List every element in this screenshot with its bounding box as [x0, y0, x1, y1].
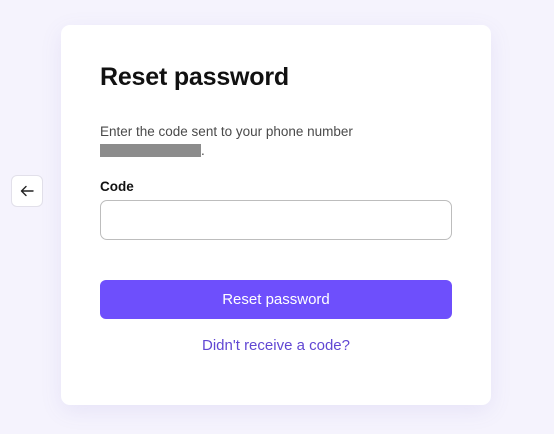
- page-title: Reset password: [100, 63, 289, 91]
- resend-code-link[interactable]: Didn't receive a code?: [100, 337, 452, 354]
- reset-password-button[interactable]: Reset password: [100, 280, 452, 319]
- instructions-suffix: .: [201, 143, 205, 158]
- redacted-phone-number: [100, 144, 201, 157]
- instructions-label: Enter the code sent to your phone number: [100, 124, 353, 139]
- reset-password-card: Reset password Enter the code sent to yo…: [61, 25, 491, 405]
- code-input[interactable]: [100, 200, 452, 240]
- code-label: Code: [100, 179, 134, 194]
- instructions-text: Enter the code sent to your phone number…: [100, 122, 460, 160]
- arrow-left-icon: [20, 185, 34, 197]
- back-button[interactable]: [11, 175, 43, 207]
